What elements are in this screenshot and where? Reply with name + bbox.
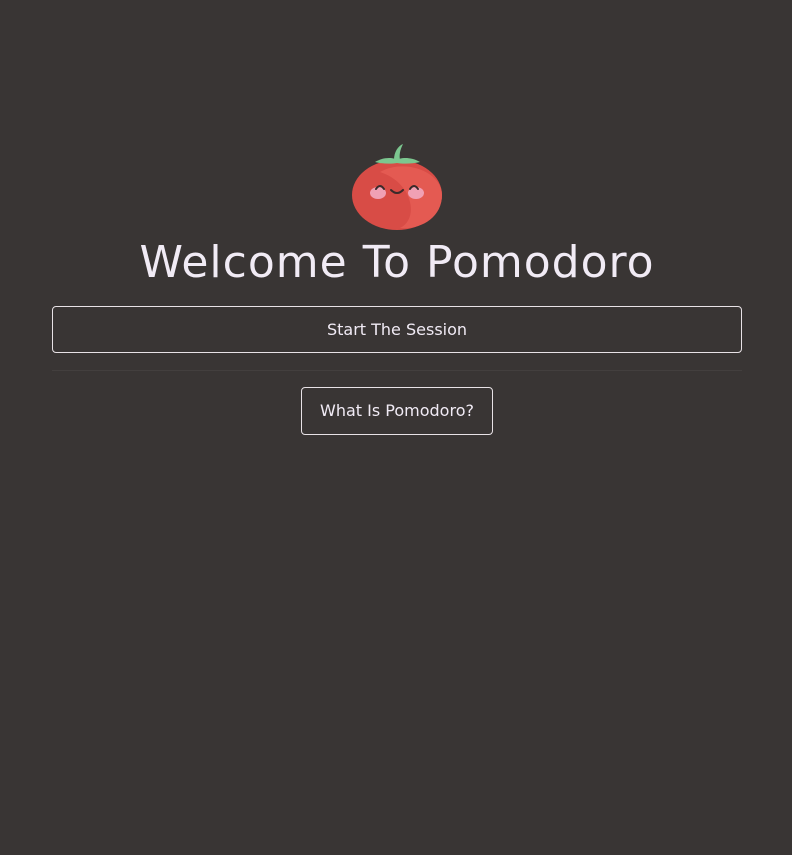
what-is-pomodoro-button[interactable]: What Is Pomodoro? bbox=[301, 387, 493, 435]
tomato-mascot-icon bbox=[350, 142, 444, 234]
page-title: Welcome To Pomodoro bbox=[139, 237, 655, 288]
divider bbox=[52, 370, 742, 371]
welcome-screen: Welcome To Pomodoro Start The Session Wh… bbox=[52, 0, 742, 855]
start-session-button[interactable]: Start The Session bbox=[52, 306, 742, 353]
